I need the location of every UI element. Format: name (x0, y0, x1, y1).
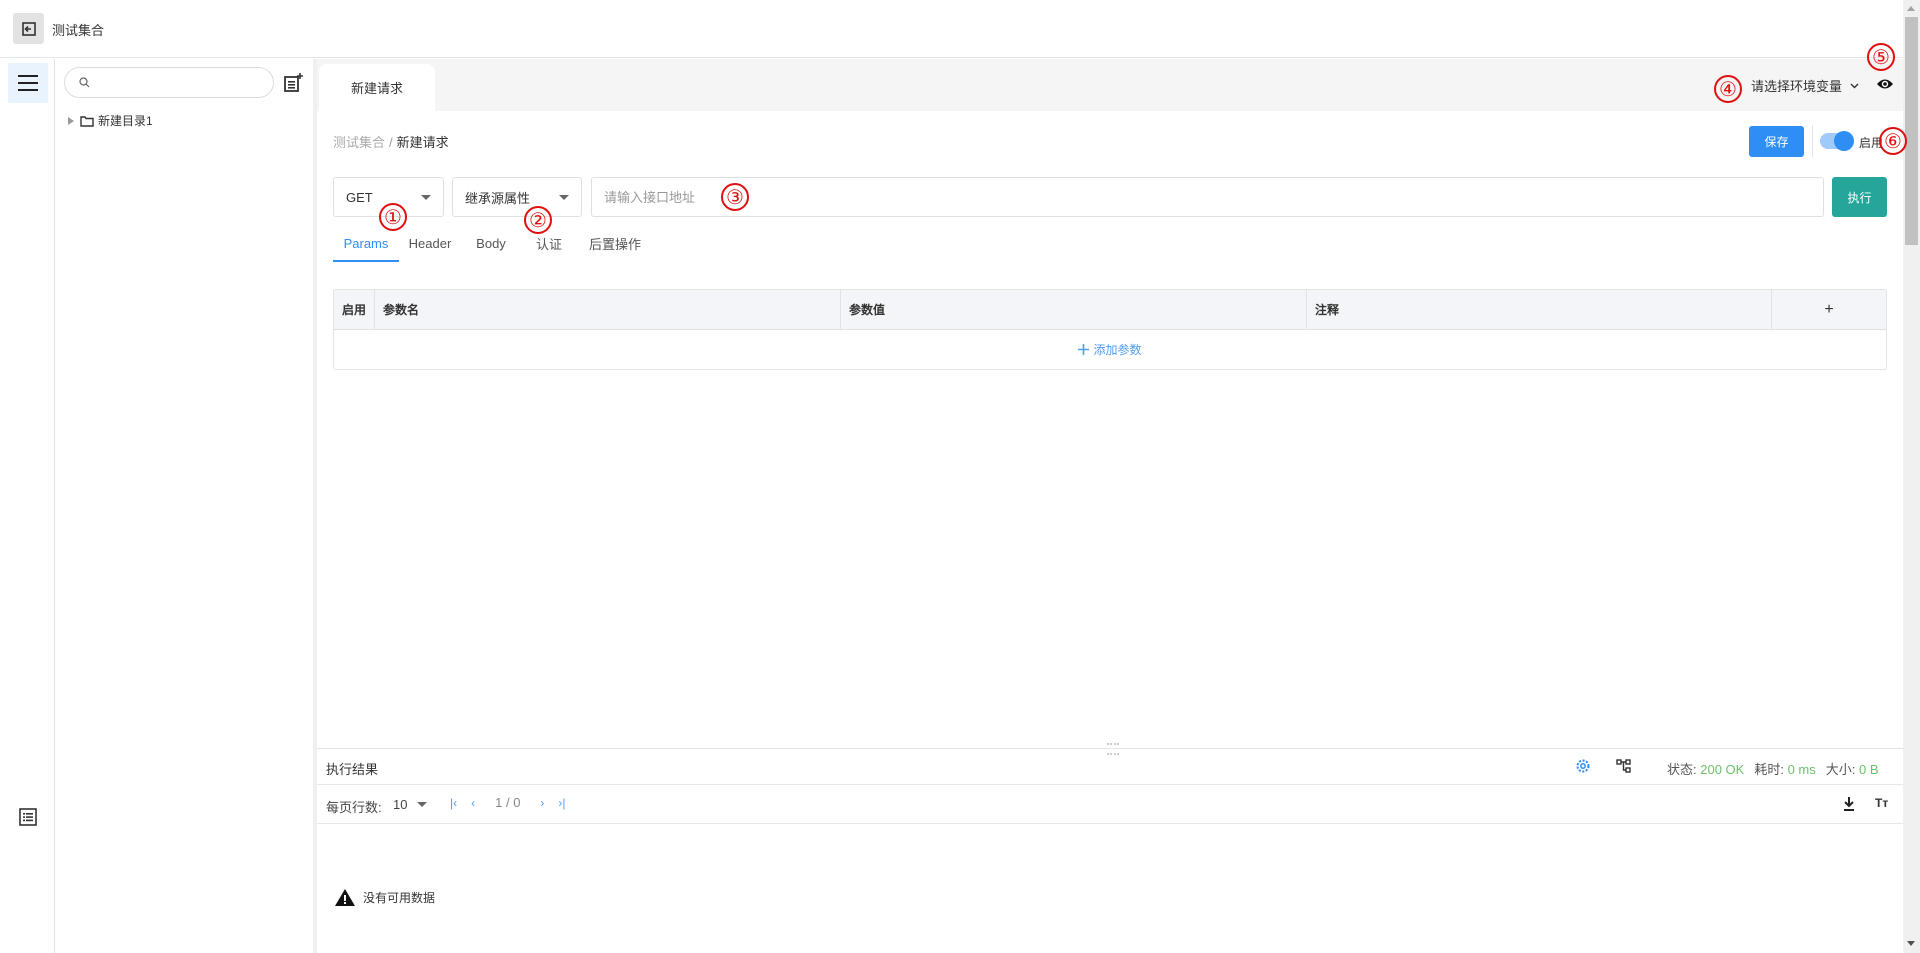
enable-toggle-label: 启用 (1859, 136, 1884, 150)
response-stats: 状态: 200 OK 耗时: 0 ms 大小: 0 B (1667, 759, 1879, 778)
rows-per-page-label: 每页行数: (326, 800, 382, 815)
source-select-value: 继承源属性 (465, 190, 531, 206)
list-view-button[interactable] (18, 807, 38, 827)
http-method-select[interactable]: GET (333, 177, 444, 217)
prev-page-icon[interactable]: ‹ (471, 796, 475, 810)
eye-icon (1877, 79, 1893, 89)
caret-down-icon (417, 802, 428, 807)
results-tree-view-button[interactable] (1616, 758, 1632, 774)
breadcrumb-separator: / (389, 135, 393, 150)
menu-button[interactable] (8, 63, 48, 103)
last-page-icon[interactable]: ›| (558, 796, 565, 810)
enable-toggle[interactable] (1820, 131, 1854, 151)
tree-search-input[interactable] (96, 75, 273, 90)
download-button[interactable] (1842, 796, 1858, 812)
tab-body[interactable]: Body (461, 224, 521, 262)
view-environment-button[interactable] (1876, 77, 1894, 93)
folder-icon (80, 115, 94, 127)
column-param-value: 参数值 (841, 290, 1307, 329)
toggle-knob (1834, 131, 1854, 151)
scroll-down-arrow-icon[interactable] (1907, 941, 1915, 946)
tab-header[interactable]: Header (399, 224, 461, 262)
http-method-value: GET (346, 189, 373, 205)
breadcrumb-current: 新建请求 (396, 135, 449, 150)
environment-select-value: 请选择环境变量 (1751, 79, 1843, 94)
source-select[interactable]: 继承源属性 (452, 177, 582, 217)
top-bar: 测试集合 (0, 0, 1903, 58)
first-page-icon[interactable]: |‹ (450, 796, 457, 810)
tree-search[interactable] (64, 67, 274, 98)
results-header: 执行结果 状态: 200 OK 耗时: 0 ms 大小: 0 B (317, 749, 1903, 785)
plus-icon (1078, 344, 1090, 355)
request-editor: 新建请求 请选择环境变量 测试集合/新建请求 保存 启用 GET 继承源属性 执… (317, 59, 1903, 953)
search-icon (79, 77, 90, 88)
request-subtabs: Params Header Body 认证 后置操作 (333, 224, 653, 262)
column-comment: 注释 (1307, 290, 1772, 329)
tab-auth[interactable]: 认证 (521, 224, 577, 262)
toolbar-divider (1812, 125, 1813, 157)
list-icon (19, 808, 37, 826)
font-size-toggle-button[interactable]: Tт (1875, 796, 1888, 810)
request-tab-bar: 新建请求 请选择环境变量 (317, 59, 1903, 111)
tab-params[interactable]: Params (333, 224, 399, 262)
size-stat: 大小: 0 B (1826, 759, 1879, 778)
breadcrumb: 测试集合 / 新建请求 (333, 132, 449, 151)
status-label: 状态: (1667, 762, 1697, 777)
breadcrumb-root[interactable]: 测试集合 (333, 135, 385, 150)
add-param-label: 添加参数 (1093, 343, 1142, 357)
caret-down-icon (421, 194, 431, 200)
status-stat: 状态: 200 OK (1667, 759, 1744, 778)
status-value: 200 OK (1700, 762, 1745, 777)
tab-post-actions[interactable]: 后置操作 (577, 224, 653, 262)
save-button[interactable]: 保存 (1749, 126, 1804, 157)
empty-state: 没有可用数据 (335, 889, 435, 906)
tree-item-label: 新建目录1 (98, 114, 153, 128)
size-label: 大小: (1825, 762, 1856, 777)
column-enabled: 启用 (334, 290, 375, 329)
results-title: 执行结果 (326, 762, 379, 777)
next-page-icon[interactable]: › (540, 796, 544, 810)
tree-item-folder[interactable]: 新建目录1 (68, 112, 153, 129)
expand-caret-icon[interactable] (68, 116, 74, 125)
rows-per-page-value: 10 (393, 797, 408, 812)
add-param-button[interactable]: 添加参数 (334, 330, 1886, 369)
params-table-header: 启用 参数名 参数值 注释 + (334, 290, 1886, 330)
download-icon (1844, 797, 1854, 811)
add-column-button[interactable]: + (1772, 290, 1886, 329)
chevron-down-icon (1850, 83, 1859, 88)
collection-title: 测试集合 (52, 23, 105, 38)
page-indicator: 1 / 0 (495, 795, 521, 810)
add-document-icon (284, 73, 303, 92)
empty-state-text: 没有可用数据 (363, 891, 436, 905)
environment-select[interactable]: 请选择环境变量 (1751, 76, 1859, 95)
url-input[interactable] (591, 177, 1824, 217)
tree-structure-icon (1616, 759, 1631, 773)
gear-icon (1576, 759, 1590, 773)
page-scrollbar[interactable] (1903, 0, 1920, 953)
icon-rail (0, 59, 55, 953)
results-settings-button[interactable] (1575, 758, 1591, 774)
params-table: 启用 参数名 参数值 注释 + 添加参数 (333, 289, 1887, 370)
pagination-controls: |‹ ‹ 1 / 0 › ›| (450, 795, 566, 810)
time-label: 耗时: (1754, 762, 1784, 777)
warning-icon (335, 889, 355, 906)
execute-button[interactable]: 执行 (1832, 177, 1887, 217)
collection-tree-panel: 新建目录1 (56, 59, 313, 953)
results-pager: 每页行数: 10 |‹ ‹ 1 / 0 › ›| Tт (317, 786, 1903, 824)
size-value: 0 B (1859, 762, 1879, 777)
caret-down-icon (559, 194, 569, 200)
add-item-button[interactable] (282, 72, 304, 94)
column-param-name: 参数名 (375, 290, 841, 329)
hamburger-menu-icon (18, 75, 38, 91)
scroll-up-arrow-icon[interactable] (1907, 6, 1915, 11)
time-stat: 耗时: 0 ms (1754, 759, 1815, 778)
rows-per-page-select[interactable]: 10 (393, 797, 428, 812)
tab-new-request[interactable]: 新建请求 (319, 64, 435, 111)
scrollbar-thumb[interactable] (1905, 17, 1918, 245)
time-value: 0 ms (1787, 762, 1816, 777)
exit-icon (21, 21, 36, 36)
exit-collection-button[interactable] (13, 13, 44, 44)
